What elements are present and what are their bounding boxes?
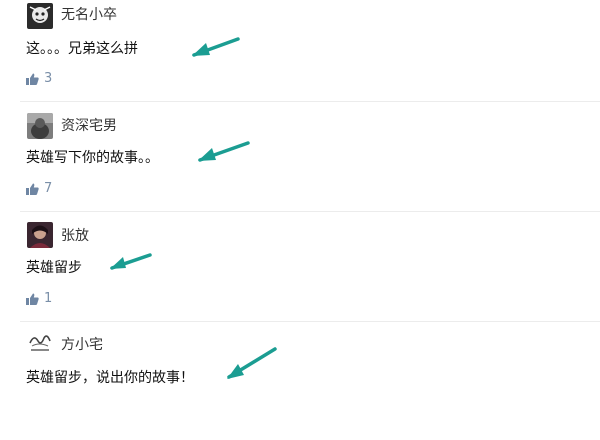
user-avatar[interactable] xyxy=(27,330,53,356)
user-avatar[interactable] xyxy=(27,113,53,139)
teal-arrow-icon xyxy=(198,141,250,162)
user-avatar[interactable] xyxy=(27,3,53,29)
username[interactable]: 张放 xyxy=(61,227,89,245)
thumbs-up-icon xyxy=(26,293,39,305)
divider xyxy=(20,211,600,212)
comment-text: 英雄留步 xyxy=(26,260,82,276)
teal-arrow-icon xyxy=(227,347,277,379)
like-button[interactable]: 7 xyxy=(26,182,52,196)
username[interactable]: 方小宅 xyxy=(61,336,103,354)
thumbs-up-icon xyxy=(26,73,39,85)
like-button[interactable]: 3 xyxy=(26,72,52,86)
divider xyxy=(20,101,600,102)
thumbs-up-icon xyxy=(26,183,39,195)
like-count: 7 xyxy=(44,181,53,196)
comment-text: 这。。。兄弟这么拼 xyxy=(26,41,138,57)
divider xyxy=(20,321,600,322)
comment-item: 无名小卒 这。。。兄弟这么拼 3 xyxy=(0,0,600,110)
user-avatar[interactable] xyxy=(27,222,53,248)
comment-item: 方小宅 英雄留步，说出你的故事！ xyxy=(0,330,600,440)
comment-item: 张放 英雄留步 1 xyxy=(0,220,600,330)
like-count: 1 xyxy=(44,291,53,306)
like-button[interactable]: 1 xyxy=(26,292,52,306)
teal-arrow-icon xyxy=(110,253,152,270)
teal-arrow-icon xyxy=(192,37,240,57)
comment-item: 资深宅男 英雄写下你的故事。。 7 xyxy=(0,110,600,220)
comment-text: 英雄写下你的故事。。 xyxy=(26,150,159,166)
like-count: 3 xyxy=(44,71,53,86)
comment-text: 英雄留步，说出你的故事！ xyxy=(26,370,194,386)
username[interactable]: 资深宅男 xyxy=(61,117,117,135)
username[interactable]: 无名小卒 xyxy=(61,6,117,24)
